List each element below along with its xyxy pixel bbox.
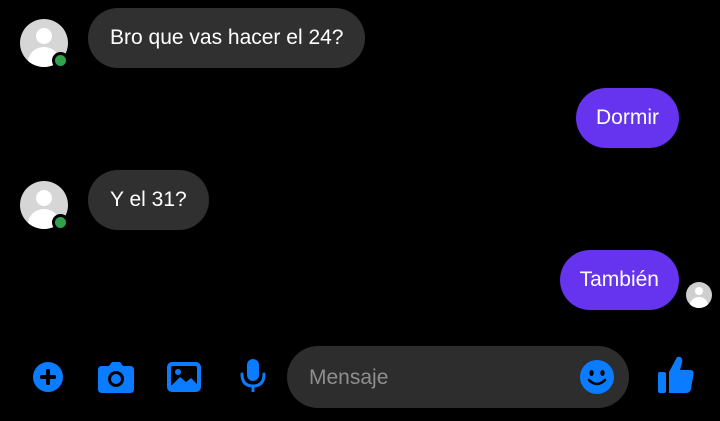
plus-icon-graphic [33, 362, 63, 392]
message-bubble-sent[interactable]: También [559, 250, 679, 310]
message-composer[interactable] [287, 346, 629, 410]
camera-icon[interactable] [97, 362, 135, 394]
avatar-head [36, 28, 52, 44]
plus-icon[interactable] [32, 361, 64, 393]
message-bubble-sent[interactable]: Dormir [576, 88, 679, 148]
message-input[interactable] [307, 346, 571, 410]
message-bubble-received[interactable]: Bro que vas hacer el 24? [88, 8, 366, 68]
microphone-icon[interactable] [238, 358, 268, 394]
emoji-icon[interactable] [579, 359, 615, 395]
thumbs-up-icon-graphic [658, 356, 694, 393]
microphone-icon-graphic [240, 359, 266, 392]
thumbs-up-icon[interactable] [657, 355, 695, 395]
image-icon[interactable] [166, 361, 202, 393]
seen-receipt-avatar [686, 282, 712, 308]
emoji-icon-graphic [580, 360, 614, 394]
online-status-indicator [52, 52, 69, 69]
online-status-indicator [52, 214, 69, 231]
message-bubble-received[interactable]: Y el 31? [88, 170, 209, 230]
seen-avatar-head [695, 287, 703, 295]
avatar-head [36, 190, 52, 206]
image-icon-graphic [167, 362, 201, 392]
seen-avatar-body [690, 297, 708, 308]
camera-icon-graphic [98, 362, 134, 393]
